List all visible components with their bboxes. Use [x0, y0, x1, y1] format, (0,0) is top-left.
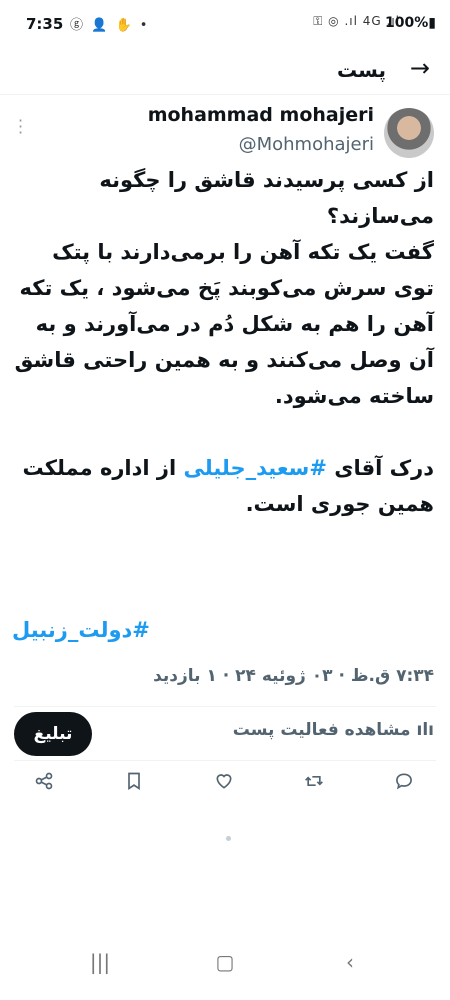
- back-nav-icon[interactable]: ‹: [330, 950, 370, 974]
- hashtag-link-zanbil[interactable]: #دولت_زنبیل: [12, 612, 434, 648]
- app-header: → پست: [0, 48, 450, 95]
- divider: [14, 706, 436, 707]
- activity-label: مشاهده فعالیت پست: [232, 720, 411, 740]
- page-title: پست: [336, 58, 386, 82]
- tweet-text-part1: از کسی پرسیدند قاشق را چگونه می‌سازند؟ گ…: [14, 168, 434, 480]
- promote-button[interactable]: تبلیغ: [14, 712, 92, 756]
- retweet-icon[interactable]: [296, 766, 332, 802]
- author-handle[interactable]: @Mohmohajeri: [239, 134, 374, 155]
- arrow-right-icon[interactable]: →: [410, 54, 430, 82]
- tweet-action-bar: [0, 766, 450, 802]
- reply-icon[interactable]: [386, 766, 422, 802]
- battery-indicator: 100%▮: [385, 15, 436, 31]
- divider: [14, 760, 436, 761]
- recent-apps-icon[interactable]: |||: [80, 950, 120, 974]
- status-time: 7:35: [26, 15, 64, 33]
- author-name[interactable]: mohammad mohajeri: [148, 104, 374, 126]
- tweet-meta: ۷:۳۴ ق.ظ · ۰۳ ژوئیه ۲۴ · ۱ بازدید: [153, 666, 434, 686]
- status-bar: 7:35 ⓖ 👤 ✋ • ⚿ ◎ .ıl 4G .ıl 100%▮: [0, 0, 450, 48]
- loading-dot: [226, 836, 231, 841]
- share-icon[interactable]: [26, 766, 62, 802]
- notification-icons: ⓖ 👤 ✋ •: [70, 18, 150, 33]
- home-icon[interactable]: ▢: [205, 950, 245, 974]
- analytics-icon: ılı: [416, 720, 434, 740]
- bookmark-icon[interactable]: [116, 766, 152, 802]
- heart-icon[interactable]: [206, 766, 242, 802]
- hashtag-link[interactable]: #سعید_جلیلی: [184, 456, 327, 480]
- view-activity-link[interactable]: ılı مشاهده فعالیت پست: [233, 720, 434, 740]
- avatar[interactable]: [384, 108, 434, 158]
- tweet-text: از کسی پرسیدند قاشق را چگونه می‌سازند؟ گ…: [12, 162, 434, 522]
- more-vertical-icon[interactable]: · · ·: [18, 113, 23, 141]
- system-nav-bar: ||| ▢ ‹: [0, 940, 450, 1000]
